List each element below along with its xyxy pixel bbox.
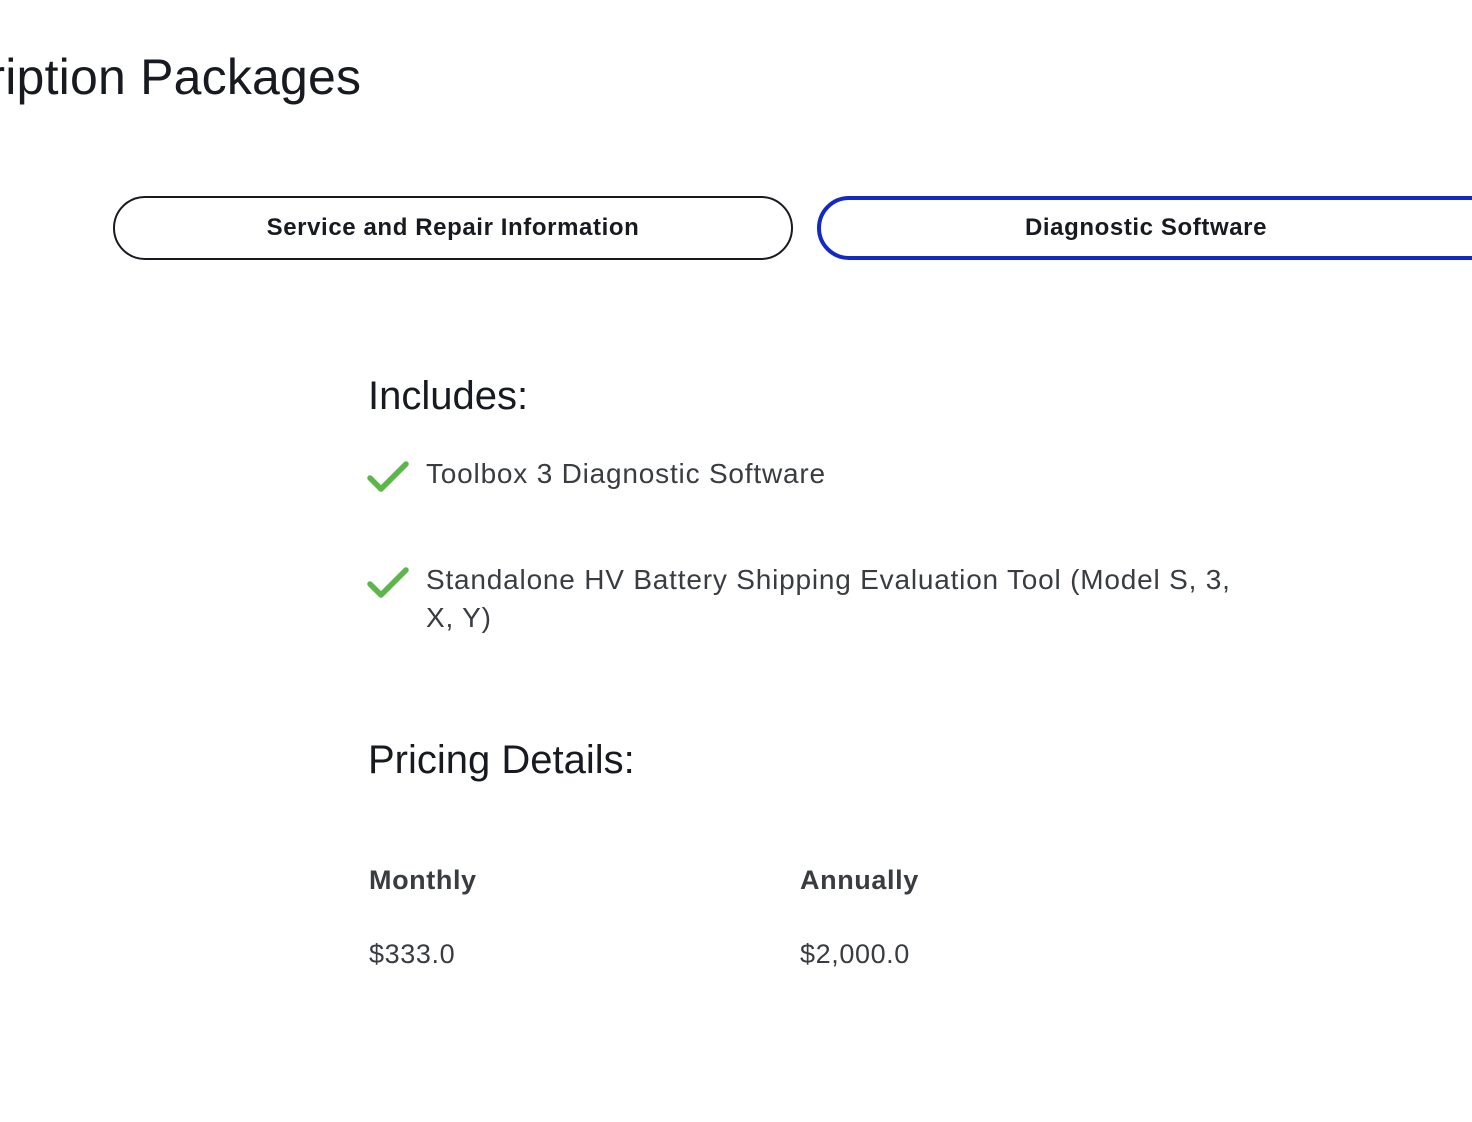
- page-title: scription Packages: [0, 49, 362, 105]
- list-item: Standalone HV Battery Shipping Evaluatio…: [366, 561, 1266, 637]
- tab-service-and-repair-information[interactable]: Service and Repair Information: [113, 196, 793, 260]
- check-icon: [367, 461, 409, 492]
- tab-label: Service and Repair Information: [266, 214, 640, 241]
- tab-label: Diagnostic Software: [1024, 214, 1268, 241]
- monthly-price: $333.0: [369, 939, 456, 969]
- list-item: Toolbox 3 Diagnostic Software: [366, 455, 1266, 495]
- monthly-label: Monthly: [369, 865, 477, 895]
- includes-heading: Includes:: [368, 374, 529, 418]
- feature-text: Toolbox 3 Diagnostic Software: [426, 458, 826, 489]
- annually-price: $2,000.0: [800, 939, 910, 969]
- feature-text: Standalone HV Battery Shipping Evaluatio…: [426, 564, 1231, 633]
- pricing-heading: Pricing Details:: [368, 738, 635, 782]
- annually-label: Annually: [800, 865, 919, 895]
- check-icon: [367, 567, 409, 598]
- tab-diagnostic-software[interactable]: Diagnostic Software: [817, 196, 1472, 260]
